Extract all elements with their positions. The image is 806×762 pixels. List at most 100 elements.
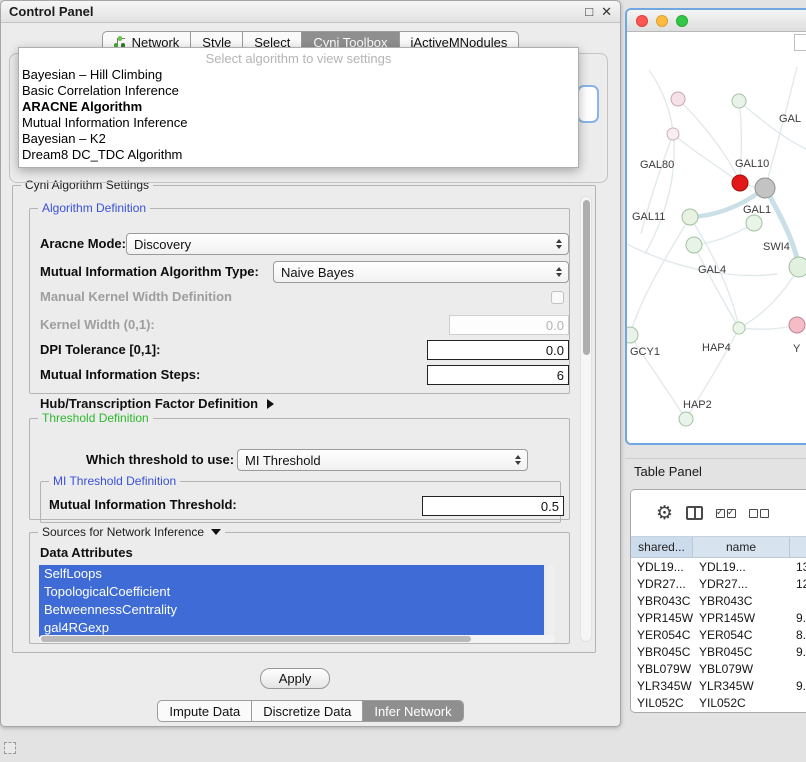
table-cell[interactable]: YDL19... [631, 560, 693, 574]
table-cell[interactable]: YIL052C [631, 696, 693, 710]
minimize-traffic-light-icon[interactable] [656, 15, 668, 27]
network-node[interactable] [679, 412, 693, 426]
settings-scrollbar[interactable] [580, 196, 592, 642]
network-node[interactable] [746, 215, 762, 231]
algorithm-option-mutual-information-inference[interactable]: Mutual Information Inference [19, 115, 578, 131]
network-edge[interactable] [678, 99, 740, 183]
table-cell[interactable]: 13 [790, 560, 806, 574]
table-row[interactable]: YBR045CYBR045C9. [631, 643, 806, 660]
gear-icon[interactable]: ⚙ [656, 504, 673, 523]
network-node[interactable] [671, 92, 685, 106]
close-window-icon[interactable]: ✕ [601, 5, 612, 19]
table-row[interactable]: YDR27...YDR27...12 [631, 575, 806, 592]
table-cell[interactable]: YER054C [631, 628, 693, 642]
column-header-name[interactable]: name [693, 537, 790, 557]
column-header-shared-name[interactable]: shared... [631, 537, 693, 557]
dpi-tolerance-input[interactable] [427, 340, 569, 360]
network-edge[interactable] [739, 325, 797, 329]
tab-infer-network[interactable]: Infer Network [363, 701, 462, 721]
column-header-extra[interactable] [790, 537, 806, 557]
network-node[interactable] [732, 175, 748, 191]
table-row[interactable]: YIL052CYIL052C [631, 694, 806, 711]
table-cell[interactable]: 9. [790, 679, 806, 693]
network-edge[interactable] [739, 101, 741, 183]
table-cell[interactable]: YBR043C [631, 594, 693, 608]
network-node[interactable] [686, 237, 702, 253]
attribute-list[interactable]: SelfLoopsTopologicalCoefficientBetweenne… [39, 565, 544, 637]
network-edge[interactable] [630, 217, 690, 335]
algorithm-option-basic-correlation-inference[interactable]: Basic Correlation Inference [19, 83, 578, 99]
table-row[interactable]: YLR345WYLR345W9. [631, 677, 806, 694]
which-threshold-select[interactable]: MI Threshold [237, 449, 528, 471]
algorithm-option-bayesian-hill-climbing[interactable]: Bayesian – Hill Climbing [19, 67, 578, 83]
network-node[interactable] [733, 322, 745, 334]
table-row[interactable]: YPR145WYPR145W9. [631, 609, 806, 626]
table-cell[interactable]: YLR345W [693, 679, 790, 693]
network-node[interactable] [755, 178, 775, 198]
table-cell[interactable]: YER054C [693, 628, 790, 642]
table-cell[interactable]: YDL19... [693, 560, 790, 574]
settings-scrollbar-thumb[interactable] [583, 200, 590, 355]
network-node[interactable] [789, 317, 805, 333]
attribute-item-topologicalcoefficient[interactable]: TopologicalCoefficient [39, 583, 544, 601]
table-cell[interactable]: YBL079W [693, 662, 790, 676]
network-node[interactable] [627, 327, 638, 343]
table-cell[interactable]: YLR345W [631, 679, 693, 693]
mi-threshold-input[interactable] [422, 496, 564, 516]
table-row[interactable]: YBL079WYBL079W [631, 660, 806, 677]
select-all-icon[interactable] [716, 509, 736, 518]
table-cell[interactable]: YBR045C [631, 645, 693, 659]
deselect-all-icon[interactable] [749, 509, 769, 518]
algorithm-option-aracne-algorithm[interactable]: ARACNE Algorithm [19, 99, 578, 115]
network-window-titlebar[interactable] [627, 10, 806, 32]
network-edge[interactable] [765, 67, 797, 188]
table-cell[interactable]: YBR043C [693, 594, 790, 608]
network-edge[interactable] [673, 134, 740, 183]
table-row[interactable]: YDL19...YDL19...13 [631, 558, 806, 575]
network-node[interactable] [667, 128, 679, 140]
table-cell[interactable]: YPR145W [693, 611, 790, 625]
mi-algorithm-type-select[interactable]: Naive Bayes [273, 261, 569, 283]
aracne-mode-select[interactable]: Discovery [126, 233, 569, 255]
network-edge[interactable] [694, 245, 739, 328]
columns-icon[interactable] [686, 506, 703, 520]
algorithm-option-bayesian-k2[interactable]: Bayesian – K2 [19, 131, 578, 147]
table-cell[interactable]: 12 [790, 577, 806, 591]
network-edge[interactable] [739, 101, 806, 150]
algorithm-combo-button[interactable] [577, 85, 599, 123]
float-window-icon[interactable]: □ [585, 5, 593, 19]
network-edge[interactable] [694, 223, 754, 245]
table-cell[interactable]: 8. [790, 628, 806, 642]
tab-discretize-data[interactable]: Discretize Data [252, 701, 363, 721]
network-graph[interactable]: GALGAL80GAL10GAL11GAL1SWI4GAL4GCY1HAP4HA… [627, 32, 806, 443]
attribute-item-selfloops[interactable]: SelfLoops [39, 565, 544, 583]
network-node[interactable] [732, 94, 746, 108]
network-canvas[interactable]: GALGAL80GAL10GAL11GAL1SWI4GAL4GCY1HAP4HA… [627, 32, 806, 443]
network-node[interactable] [789, 257, 806, 277]
network-edge[interactable] [765, 188, 799, 267]
attribute-item-betweennesscentrality[interactable]: BetweennessCentrality [39, 601, 544, 619]
table-cell[interactable]: 9. [790, 645, 806, 659]
table-row[interactable]: YBR043CYBR043C [631, 592, 806, 609]
hscrollbar-thumb[interactable] [41, 636, 471, 642]
mi-steps-input[interactable] [427, 365, 569, 385]
hub-definition-expander[interactable]: Hub/Transcription Factor Definition [40, 396, 274, 411]
algorithm-option-dream8-dc-tdc-algorithm[interactable]: Dream8 DC_TDC Algorithm [19, 147, 578, 163]
table-cell[interactable]: 9. [790, 611, 806, 625]
table-cell[interactable]: YBL079W [631, 662, 693, 676]
network-node[interactable] [682, 209, 698, 225]
table-cell[interactable]: YDR27... [693, 577, 790, 591]
dock-panel-icon[interactable] [4, 742, 16, 754]
zoom-traffic-light-icon[interactable] [676, 15, 688, 27]
close-traffic-light-icon[interactable] [636, 15, 648, 27]
table-cell[interactable]: YPR145W [631, 611, 693, 625]
sources-legend[interactable]: Sources for Network Inference [38, 525, 225, 539]
attribute-list-vscrollbar[interactable] [546, 565, 555, 637]
table-row[interactable]: YER054CYER054C8. [631, 626, 806, 643]
table-cell[interactable]: YIL052C [693, 696, 790, 710]
network-scrollbar-button[interactable] [794, 34, 806, 51]
apply-button[interactable]: Apply [260, 668, 330, 689]
tab-impute-data[interactable]: Impute Data [158, 701, 252, 721]
table-cell[interactable]: YDR27... [631, 577, 693, 591]
attribute-list-hscrollbar[interactable] [39, 635, 555, 643]
